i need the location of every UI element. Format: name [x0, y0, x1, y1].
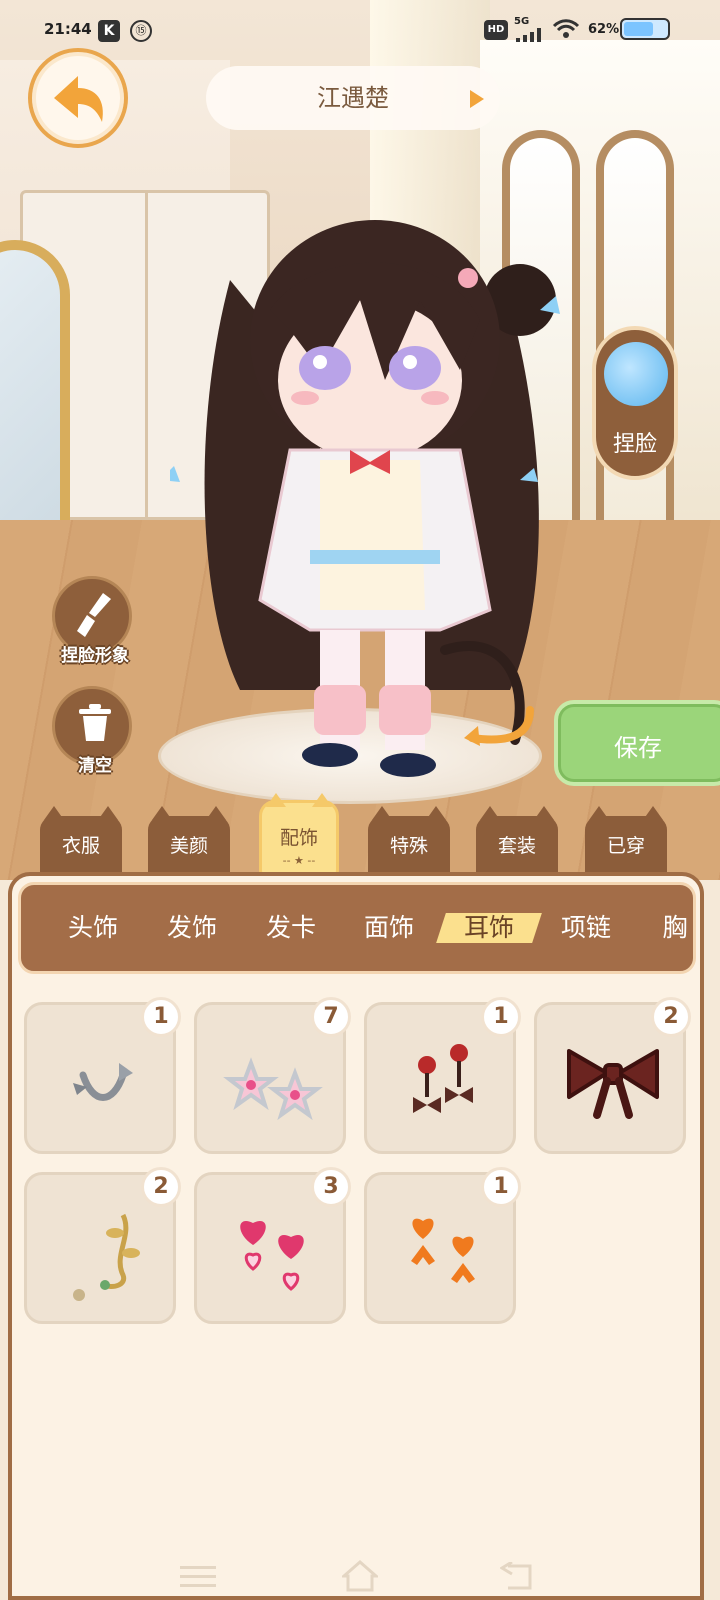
face-image-button[interactable]: 捏脸形象	[52, 576, 132, 666]
face-image-label: 捏脸形象	[61, 646, 129, 666]
item-count-badge: 2	[141, 1167, 181, 1207]
tab-special[interactable]: 特殊	[368, 806, 450, 872]
earring-item[interactable]: 1	[364, 997, 521, 1154]
orange-heart-bow-earring-icon	[411, 1218, 475, 1283]
tab-label: 衣服	[61, 835, 100, 857]
hd-icon: HD	[484, 20, 508, 40]
system-navigation-bar	[0, 1556, 720, 1600]
earring-item[interactable]: 3	[194, 1167, 351, 1324]
subtab-label: 发饰	[166, 913, 217, 942]
rotate-arrow-icon[interactable]	[460, 700, 540, 750]
tab-label: 特殊	[389, 835, 428, 857]
back-arrow-icon	[54, 76, 103, 122]
brush-icon	[77, 593, 111, 637]
status-time: 21:44	[44, 20, 92, 38]
subtab-label: 发卡	[265, 913, 316, 942]
item-count-badge: 3	[311, 1167, 351, 1207]
back-button[interactable]	[28, 48, 128, 148]
silver-hook-earring-icon	[73, 1063, 133, 1101]
subtab-chest[interactable]: 胸	[625, 885, 693, 971]
tab-worn[interactable]: 已穿	[585, 806, 667, 872]
character-model[interactable]	[170, 130, 570, 790]
play-triangle-icon	[470, 90, 484, 108]
tab-beauty[interactable]: 美颜	[148, 806, 230, 872]
item-count-badge: 1	[141, 997, 181, 1037]
save-label: 保存	[614, 734, 662, 762]
item-count-badge: 2	[651, 997, 691, 1037]
home-icon[interactable]	[342, 1560, 378, 1592]
subtab-hairclip[interactable]: 发卡	[241, 885, 341, 971]
subtab-face-accessory[interactable]: 面饰	[339, 885, 439, 971]
menu-icon[interactable]	[180, 1564, 216, 1590]
k-app-icon: K	[98, 20, 120, 42]
tab-label: 配饰	[279, 827, 318, 849]
subtab-label: 耳饰	[463, 913, 514, 942]
subtab-label: 头饰	[67, 913, 118, 942]
earring-item[interactable]: 1	[24, 997, 181, 1154]
subtab-label: 胸	[662, 913, 688, 942]
subtab-hair-accessory[interactable]: 发饰	[142, 885, 242, 971]
tab-clothes[interactable]: 衣服	[40, 806, 122, 872]
subtab-headwear[interactable]: 头饰	[43, 885, 143, 971]
category-tabs: 衣服 美颜 配饰 -- ★ -- 特殊 套装 已穿	[0, 793, 720, 886]
back-nav-icon[interactable]	[500, 1562, 534, 1592]
character-name-bar[interactable]: 江遇楚	[206, 66, 500, 130]
pink-star-earring-icon	[223, 1057, 323, 1121]
subcategory-bar: 头饰 发饰 发卡 面饰 耳饰 项链 胸	[18, 882, 696, 974]
earring-item[interactable]: 7	[194, 997, 351, 1154]
save-button[interactable]: 保存	[554, 700, 720, 786]
tab-decoration: -- ★ --	[282, 854, 316, 867]
dark-bow-earring-icon	[567, 1049, 659, 1119]
apple-bow-earring-icon	[413, 1044, 473, 1113]
status-bar: 21:44 K ⑮ HD 5G 62%	[0, 0, 720, 60]
tab-label: 套装	[497, 835, 536, 857]
battery-percent: 62%	[588, 22, 620, 37]
chibi-avatar-icon	[604, 342, 668, 406]
item-panel: 头饰 发饰 发卡 面饰 耳饰 项链 胸 1 7 1 2 2 3 1	[8, 872, 704, 1600]
clear-label: 清空	[78, 756, 112, 776]
earring-item[interactable]: 2	[534, 997, 691, 1154]
subtab-earrings[interactable]: 耳饰	[439, 885, 539, 971]
item-count-badge: 7	[311, 997, 351, 1037]
pink-heart-earring-icon	[240, 1221, 304, 1291]
item-count-badge: 1	[481, 1167, 521, 1207]
notification-icon: ⑮	[130, 20, 152, 42]
signal-icon	[516, 28, 541, 42]
subtab-label: 项链	[560, 913, 611, 942]
battery-level	[624, 22, 653, 36]
clear-button[interactable]: 清空	[52, 686, 132, 776]
gold-vine-earring-icon	[73, 1213, 140, 1301]
subtab-label: 面饰	[363, 913, 414, 942]
earring-item[interactable]: 2	[24, 1167, 181, 1324]
face-edit-label: 捏脸	[612, 432, 657, 457]
battery-icon	[620, 18, 670, 40]
tab-label: 美颜	[169, 835, 208, 857]
earring-item[interactable]: 1	[364, 1167, 521, 1324]
character-name: 江遇楚	[317, 84, 389, 112]
item-count-badge: 1	[481, 997, 521, 1037]
face-edit-button[interactable]: 捏脸	[592, 326, 678, 480]
trash-icon	[79, 704, 111, 741]
wifi-icon	[552, 19, 580, 38]
subtab-necklace[interactable]: 项链	[536, 885, 636, 971]
tab-outfit-set[interactable]: 套装	[476, 806, 558, 872]
tab-label: 已穿	[606, 835, 645, 857]
network-type: 5G	[514, 16, 530, 27]
